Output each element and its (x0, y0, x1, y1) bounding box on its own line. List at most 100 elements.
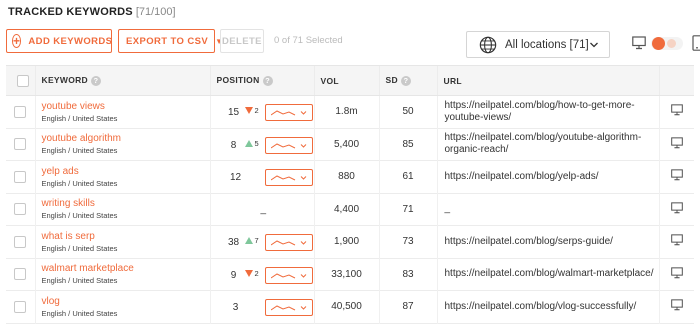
desktop-icon[interactable] (670, 137, 683, 149)
help-icon[interactable]: ? (262, 76, 273, 86)
delete-button[interactable]: DELETE (220, 29, 264, 53)
column-header-device (658, 65, 694, 96)
help-icon[interactable]: ? (400, 76, 411, 86)
trend-chart-icon (270, 142, 306, 148)
row-device-cell (658, 95, 694, 128)
location-select[interactable]: All locations [71] (466, 31, 610, 58)
trend-chart-button[interactable] (264, 266, 313, 284)
mobile-icon[interactable] (692, 35, 700, 51)
keyword-locale: English / United States (41, 211, 118, 221)
table-row[interactable]: youtube algorithm English / United State… (6, 128, 694, 161)
selection-count: 0 of 71 Selected (274, 35, 343, 46)
trend-chart-button[interactable] (264, 136, 313, 154)
desktop-icon[interactable] (670, 202, 683, 214)
keyword-link[interactable]: vlog (42, 296, 210, 307)
trend-chart-button[interactable] (264, 234, 313, 251)
column-header-sd[interactable]: SD? (378, 65, 437, 96)
row-device-cell (658, 193, 694, 226)
position-cell: 85 (209, 128, 314, 161)
trend-chart-button[interactable] (264, 104, 313, 121)
keyword-link[interactable]: what is serp (42, 231, 210, 242)
toggle-knob (652, 37, 665, 50)
export-csv-button[interactable]: EXPORT TO CSV ▼ (118, 29, 223, 53)
desktop-icon[interactable] (632, 36, 646, 50)
column-header-vol[interactable]: VOL (313, 65, 379, 96)
delete-label: DELETE (222, 35, 262, 47)
trend-chart-button[interactable] (264, 169, 313, 186)
sd-cell: 71 (378, 193, 437, 226)
row-checkbox[interactable] (14, 138, 27, 151)
position-change-value: 2 (254, 268, 259, 278)
position-change: 7 (244, 236, 259, 245)
position-cell: 15 2 (209, 95, 314, 128)
position-cell: 92 (209, 258, 314, 291)
keyword-link[interactable]: walmart marketplace (42, 263, 210, 274)
position-value: 9 (230, 269, 237, 281)
row-checkbox[interactable] (14, 170, 27, 183)
url-cell: https://neilpatel.com/blog/yelp-ads/ (436, 160, 659, 193)
keyword-link[interactable]: yelp ads (42, 166, 210, 177)
trend-chart-button[interactable] (264, 299, 313, 316)
row-checkbox[interactable] (14, 235, 27, 248)
sd-cell: 73 (378, 225, 437, 258)
add-keywords-label: ADD KEYWORDS (28, 35, 113, 47)
row-device-cell (658, 258, 694, 291)
row-checkbox[interactable] (14, 268, 27, 281)
triangle-down-icon (244, 269, 253, 277)
add-keywords-button[interactable]: + ADD KEYWORDS (6, 29, 112, 53)
trend-chart-icon (270, 305, 306, 311)
volume-cell: 4,400 (313, 193, 379, 226)
keyword-locale: English / United States (41, 243, 118, 253)
keyword-count: [71/100] (135, 6, 176, 18)
column-header-position[interactable]: POSITION? (209, 65, 314, 96)
sd-cell: 50 (378, 95, 437, 128)
device-toggle[interactable] (651, 37, 683, 50)
table-row[interactable]: youtube views English / United States 15… (6, 95, 694, 129)
triangle-up-icon (244, 139, 253, 147)
row-checkbox[interactable] (14, 203, 27, 216)
keyword-link[interactable]: youtube views (42, 101, 210, 112)
row-select-cell (6, 128, 35, 161)
row-device-cell (658, 225, 694, 258)
row-select-cell (6, 258, 35, 291)
url-cell: https://neilpatel.com/blog/walmart-marke… (436, 258, 659, 291)
table-row[interactable]: walmart marketplace English / United Sta… (6, 258, 694, 291)
position-change-value: 7 (254, 236, 259, 245)
desktop-icon[interactable] (670, 299, 683, 311)
keyword-locale: English / United States (41, 276, 118, 286)
trend-chart-icon (270, 272, 306, 278)
volume-cell: 880 (313, 160, 379, 193)
triangle-down-icon (244, 107, 253, 114)
table-row[interactable]: what is serp English / United States 38 7… (6, 225, 694, 259)
position-cell: 38 7 (209, 225, 314, 258)
sd-cell: 87 (378, 290, 437, 323)
row-select-cell (6, 193, 35, 226)
desktop-icon[interactable] (670, 104, 683, 116)
volume-cell: 40,500 (313, 290, 379, 323)
desktop-icon[interactable] (670, 169, 683, 181)
desktop-icon[interactable] (670, 234, 683, 246)
position-value: 15 (227, 107, 240, 118)
row-device-cell (658, 160, 694, 193)
row-select-cell (6, 96, 35, 129)
desktop-icon[interactable] (670, 267, 683, 279)
keyword-link[interactable]: youtube algorithm (42, 133, 210, 144)
table-row[interactable]: writing skills English / United States _… (6, 193, 694, 226)
position-value: 12 (229, 172, 242, 183)
sd-cell: 85 (378, 128, 437, 161)
row-checkbox[interactable] (14, 300, 27, 313)
url-cell: _ (436, 193, 659, 226)
table-row[interactable]: vlog English / United States 3 40,500 87… (6, 290, 694, 323)
row-checkbox[interactable] (14, 105, 27, 118)
volume-cell: 33,100 (313, 258, 379, 291)
column-header-url[interactable]: URL (436, 65, 659, 96)
keyword-link[interactable]: writing skills (42, 198, 210, 209)
table-row[interactable]: yelp ads English / United States 12 880 … (6, 160, 694, 193)
select-all-checkbox[interactable] (17, 74, 30, 87)
row-select-cell (6, 226, 35, 259)
help-icon[interactable]: ? (91, 76, 101, 86)
keyword-locale: English / United States (41, 146, 118, 156)
position-change: 5 (244, 139, 259, 148)
row-device-cell (658, 128, 694, 161)
column-header-keyword[interactable]: KEYWORD? (34, 65, 210, 96)
